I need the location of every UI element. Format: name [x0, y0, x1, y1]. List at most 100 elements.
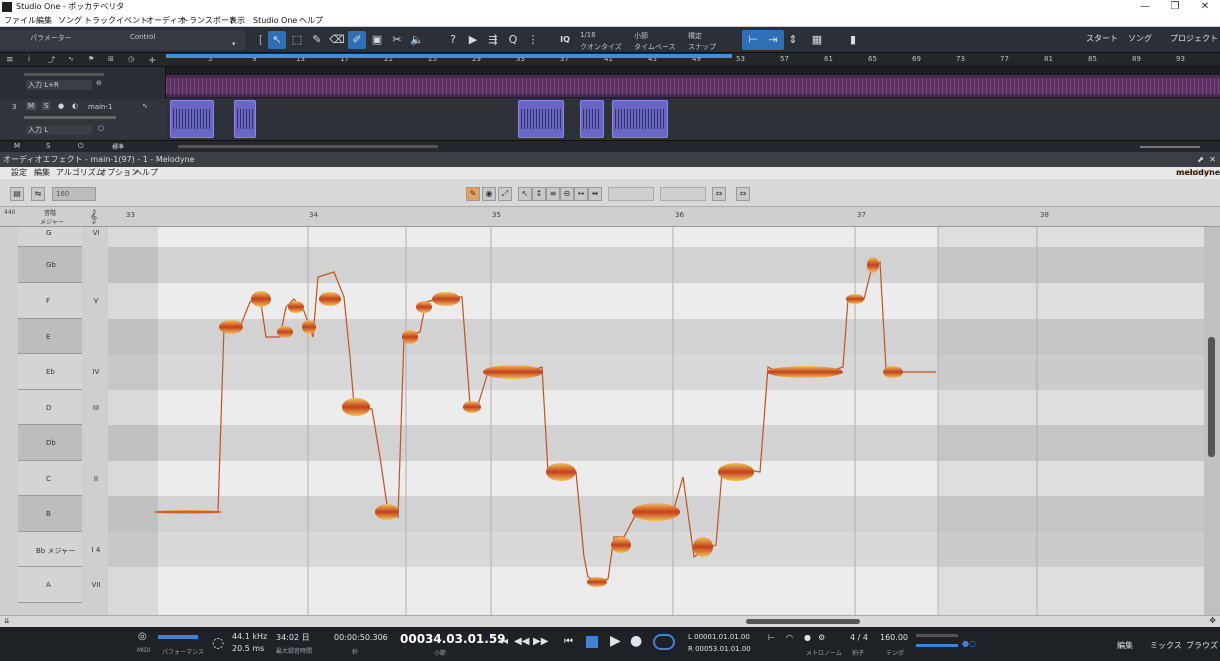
scale-snap-icon[interactable]: ⇔ — [736, 187, 750, 201]
menu-song[interactable]: ソング — [58, 14, 82, 27]
end-icon[interactable]: ⏮ — [564, 636, 573, 647]
pitch-tool-icon[interactable]: ↕ — [532, 187, 546, 201]
amplitude-tool-icon[interactable]: ⊖ — [560, 187, 574, 201]
key-row[interactable]: Bb メジャー — [18, 532, 82, 567]
eraser-tool-icon[interactable]: ⌫ — [328, 31, 346, 49]
key-row[interactable]: Db — [18, 425, 82, 461]
tempo-display[interactable]: 160.00 — [880, 633, 908, 642]
metronome-options-icon[interactable]: ▮ — [844, 31, 862, 49]
bend-tool-icon[interactable]: ▣ — [368, 31, 386, 49]
track-list-icon[interactable]: ≡ — [6, 55, 14, 65]
track-1-input[interactable]: 入力 L+R — [26, 80, 92, 90]
key-row[interactable]: D — [18, 390, 82, 425]
track-2-channel-icon[interactable]: ○ — [98, 124, 104, 132]
quantize-icon[interactable]: Q — [504, 31, 522, 49]
paint-tool-icon[interactable]: ✐ — [348, 31, 366, 49]
h-scroll-thumb[interactable] — [746, 619, 860, 624]
help-icon[interactable]: ? — [444, 31, 462, 49]
track-2-input[interactable]: 入力 L — [26, 125, 92, 135]
param-field-2[interactable] — [660, 187, 706, 201]
snap-end-icon[interactable]: ⇥ — [764, 31, 782, 49]
maximize-button[interactable]: ❐ — [1160, 0, 1190, 14]
menu-file[interactable]: ファイル — [4, 14, 36, 27]
key-row[interactable]: C — [18, 461, 82, 496]
timebase-value[interactable]: 小節 — [634, 31, 648, 41]
melodyne-h-scrollbar[interactable]: ⇊ ✥ — [0, 615, 1220, 627]
audio-clip[interactable] — [518, 100, 564, 138]
formant-tool-icon[interactable]: ≡ — [546, 187, 560, 201]
melodyne-menu-edit[interactable]: 編集 — [34, 167, 50, 179]
time-signature[interactable]: 4 / 4 — [850, 633, 868, 642]
key-row[interactable]: G — [18, 227, 82, 247]
arrange-h-scrollbar[interactable] — [178, 145, 438, 148]
audio-clip[interactable] — [170, 100, 214, 138]
loop-end[interactable]: R 00053.01.01.00 — [688, 645, 751, 653]
key-row[interactable]: A — [18, 567, 82, 603]
transient-icon[interactable]: ⋮ — [524, 31, 542, 49]
loop-start[interactable]: L 00001.01.01.00 — [688, 633, 750, 641]
zoom-cross-icon[interactable]: ✥ — [1209, 616, 1216, 625]
key-header[interactable]: 音階 — [44, 208, 56, 217]
sample-rate[interactable]: 44.1 kHz — [232, 632, 267, 641]
v-scroll-thumb[interactable] — [1208, 337, 1215, 457]
listen-tool-icon[interactable]: 🔈 — [408, 31, 426, 49]
iq-icon[interactable]: IQ — [556, 31, 574, 49]
stop-button[interactable] — [586, 636, 598, 648]
automation-icon[interactable]: ⤴ — [48, 55, 55, 65]
master-volume-slider[interactable] — [916, 644, 958, 647]
edit-view-button[interactable]: 編集 — [1117, 640, 1133, 651]
song-button[interactable]: ソング — [1128, 33, 1152, 44]
melodyne-menu-algorithm[interactable]: アルゴリズム — [56, 167, 104, 179]
main-tool-icon[interactable]: ✎ — [466, 187, 480, 201]
pin-icon[interactable]: ⬈ — [1197, 152, 1204, 167]
global-mute-button[interactable]: M — [14, 142, 20, 150]
standard-label[interactable]: 標準 — [112, 142, 124, 151]
track-1-lane[interactable] — [166, 75, 1220, 97]
monitor-toggle-icon[interactable]: ●○ — [962, 639, 976, 648]
position-display[interactable]: 00034.03.01.59 — [400, 632, 506, 646]
fx-close-icon[interactable]: ✕ — [1209, 152, 1216, 167]
pitch-ref-value[interactable]: 440 — [4, 209, 15, 216]
close-button[interactable]: ✕ — [1190, 0, 1220, 14]
snap-start-icon[interactable]: ⊢ — [744, 31, 762, 49]
sidebar-toggle-icon[interactable]: ▤ — [10, 187, 24, 201]
fast-forward-icon[interactable]: ▶▶ — [533, 636, 548, 647]
minimize-button[interactable]: — — [1130, 0, 1160, 14]
melodyne-ruler[interactable]: 440 音階 メジャー 𝄞 33 34 35 36 37 38 — [0, 207, 1220, 227]
track-2-lane[interactable] — [166, 98, 1220, 140]
pencil-tool-icon[interactable]: ✎ — [308, 31, 326, 49]
inspector-icon[interactable]: i — [28, 55, 30, 63]
separation-tool-icon[interactable]: ⇹ — [588, 187, 602, 201]
quantize-value[interactable]: 1/16 — [580, 31, 596, 39]
audio-clip[interactable] — [580, 100, 604, 138]
menu-studio-one[interactable]: Studio One — [253, 14, 297, 27]
note-blobs[interactable] — [108, 227, 1204, 615]
range-tool-icon[interactable]: ⬚ — [288, 31, 306, 49]
pitch-grid-icon[interactable]: ⇊ — [4, 617, 10, 625]
return-to-zero-icon[interactable]: ◂◂ — [498, 636, 508, 647]
audio-bend-icon[interactable]: ⇶ — [484, 31, 502, 49]
time-tool-icon[interactable]: ↔ — [574, 187, 588, 201]
key-row[interactable]: F — [18, 283, 82, 319]
rewind-icon[interactable]: ◀◀ — [514, 636, 529, 647]
mix-view-button[interactable]: ミックス — [1150, 640, 1182, 651]
snap-value[interactable]: 構定 — [688, 31, 702, 41]
key-row[interactable]: Gb — [18, 247, 82, 283]
track-2-volume-bar[interactable] — [24, 116, 116, 119]
melodyne-menu-settings[interactable]: 設定 — [11, 167, 27, 179]
menu-event[interactable]: イベント — [116, 14, 148, 27]
preroll-icon[interactable]: ◠ — [786, 633, 793, 642]
split-tool-icon[interactable]: ✂ — [388, 31, 406, 49]
menu-track[interactable]: トラック — [84, 14, 116, 27]
pitch-macro-icon[interactable]: ◉ — [482, 187, 496, 201]
track-1-volume-bar[interactable] — [24, 73, 104, 76]
audio-clip[interactable] — [612, 100, 668, 138]
menu-edit[interactable]: 編集 — [36, 14, 52, 27]
control-dropdown-icon[interactable]: ▾ — [232, 40, 236, 48]
time-macro-icon[interactable]: ⤢ — [498, 187, 512, 201]
browse-view-button[interactable]: ブラウズ — [1186, 640, 1218, 651]
select-tool-icon[interactable]: ↖ — [518, 187, 532, 201]
strip-silence-icon[interactable]: ▶ — [464, 31, 482, 49]
param-field-1[interactable] — [608, 187, 654, 201]
metronome-settings-icon[interactable]: ⚙ — [818, 633, 825, 642]
